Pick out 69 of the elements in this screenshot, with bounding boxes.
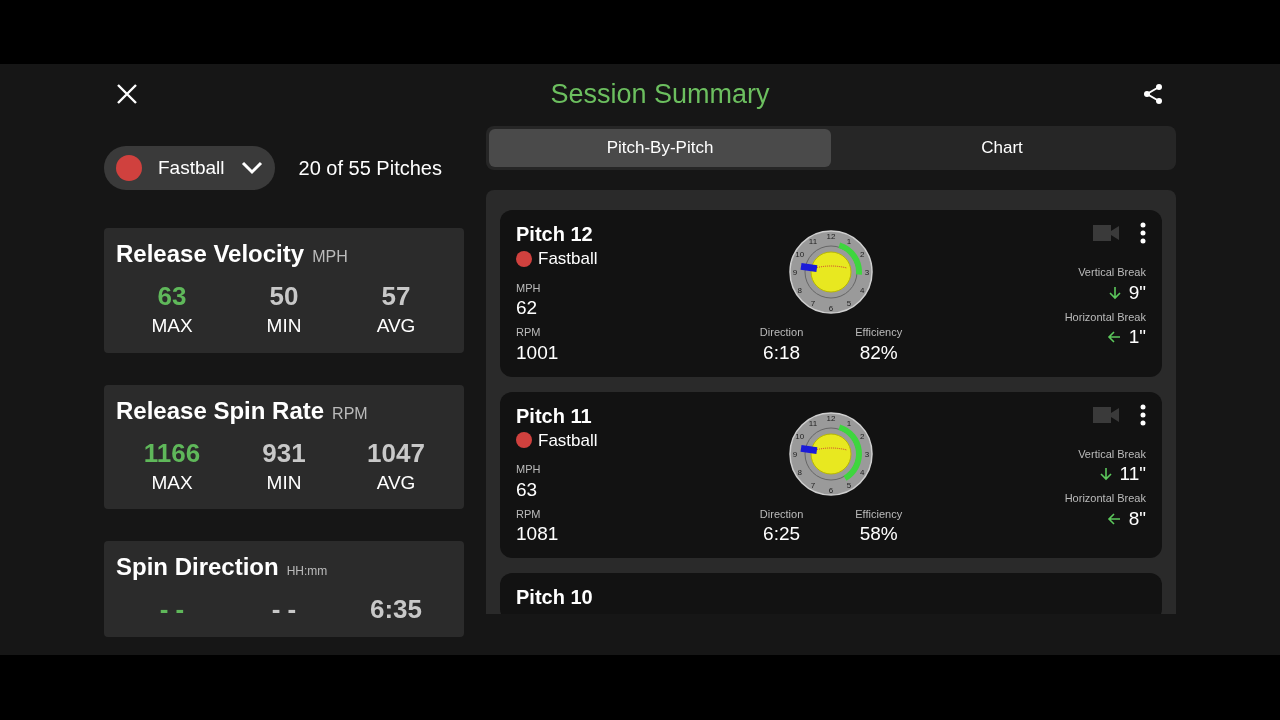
stat-unit: MPH <box>312 247 348 267</box>
pitch-type-dropdown[interactable]: Fastball <box>104 146 275 190</box>
rpm-value: 1001 <box>516 340 560 365</box>
pitch-title: Pitch 10 <box>516 585 594 609</box>
direction-value: 6:18 <box>763 340 801 365</box>
efficiency-value: 82% <box>859 340 898 365</box>
spin-clock-drawing: 12 1 2 3 4 5 6 7 8 9 10 11 <box>789 411 873 496</box>
rpm-value: 1081 <box>516 522 560 546</box>
pitch-title: Pitch 11 <box>516 403 593 428</box>
direction-value: 6:25 <box>763 522 801 546</box>
vertical-break-label: Vertical Break <box>1078 265 1146 280</box>
stat-value: 1166 <box>143 436 201 469</box>
stat-title: Spin Direction <box>116 552 279 582</box>
stat-value: 931 <box>262 436 306 469</box>
mph-label: MPH <box>516 280 542 296</box>
pitch-count: 20 of 55 Pitches <box>298 156 442 181</box>
pitch-card[interactable]: Pitch 10 <box>500 573 1162 614</box>
chevron-down-icon <box>240 161 263 175</box>
stat-title: Release Velocity <box>116 239 305 269</box>
stat-unit: HH:mm <box>286 563 328 580</box>
horizontal-break-label: Horizontal Break <box>1064 309 1146 325</box>
pitch-card[interactable]: Pitch 12 Fastball MPH 62 RPM 1001 12 1 2 3 4 5 6 7 8 9 10 11 Direction 6:18 Efficiency 82% Vertical Break 9" Horizontal Break 1" <box>500 210 1162 377</box>
down-arrow-icon <box>1108 285 1121 300</box>
pitch-card[interactable]: Pitch 11 Fastball MPH 63 RPM 1081 12 1 2 3 4 5 6 7 8 9 10 11 Direction 6:25 Efficiency 58% Vertical Break 11" Horizontal Break 8" <box>500 391 1162 558</box>
tab[interactable]: Pitch-By-Pitch <box>489 129 831 167</box>
efficiency-label: Efficiency <box>855 325 903 340</box>
stat-label: MAX <box>151 314 193 338</box>
more-options-icon[interactable] <box>1140 403 1146 426</box>
stat-value: - - <box>271 593 297 625</box>
mph-value: 62 <box>516 296 539 320</box>
pitch-type-label: Fastball <box>538 248 598 270</box>
share-icon[interactable] <box>1142 83 1164 105</box>
pitch-type-label: Fastball <box>538 429 598 452</box>
stat-value: 6:35 <box>369 593 422 625</box>
horizontal-break-label: Horizontal Break <box>1064 491 1146 506</box>
mph-value: 63 <box>516 477 539 502</box>
vertical-break-value: 9" <box>1128 280 1146 305</box>
rpm-label: RPM <box>516 325 542 340</box>
horizontal-break-value: 1" <box>1128 325 1146 349</box>
direction-label: Direction <box>759 506 804 522</box>
stat-label: AVG <box>376 470 416 495</box>
down-arrow-icon <box>1099 467 1112 481</box>
stat-unit: RPM <box>332 403 368 424</box>
stat-label: MIN <box>266 470 302 495</box>
left-arrow-icon <box>1106 331 1121 343</box>
rpm-label: RPM <box>516 506 542 522</box>
stat-value: 50 <box>269 280 299 312</box>
vertical-break-label: Vertical Break <box>1078 446 1146 462</box>
left-arrow-icon <box>1106 512 1121 525</box>
spin-clock-drawing: 12 1 2 3 4 5 6 7 8 9 10 11 <box>789 230 873 314</box>
more-options-icon[interactable] <box>1140 222 1146 244</box>
stat-value: - - <box>159 593 185 625</box>
horizontal-break-value: 8" <box>1128 506 1146 531</box>
stat-value: 57 <box>381 280 411 312</box>
efficiency-label: Efficiency <box>855 506 903 522</box>
screen-title: Session Summary <box>550 77 770 111</box>
direction-label: Direction <box>759 325 804 340</box>
close-icon[interactable] <box>116 83 138 105</box>
stat-label: MAX <box>151 470 193 495</box>
vertical-break-value: 11" <box>1119 462 1146 486</box>
pitch-title: Pitch 12 <box>516 222 594 246</box>
stat-title: Release Spin Rate <box>116 395 325 426</box>
efficiency-value: 58% <box>859 522 898 546</box>
tab[interactable]: Chart <box>831 129 1173 167</box>
stat-label: MIN <box>266 314 302 338</box>
stat-value: 1047 <box>367 436 425 469</box>
mph-label: MPH <box>516 462 542 477</box>
stat-label: AVG <box>376 314 416 338</box>
stat-value: 63 <box>157 280 187 312</box>
